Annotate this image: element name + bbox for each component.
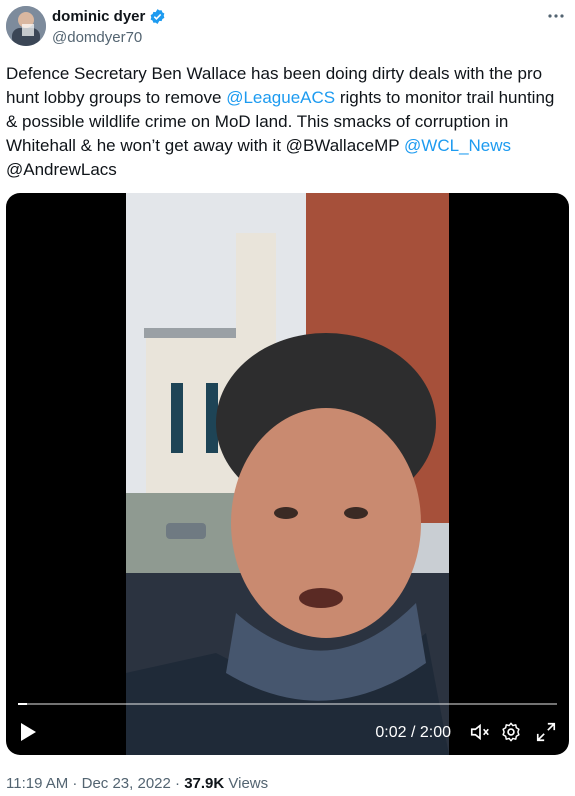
mention-link[interactable]: @LeagueACS — [226, 88, 335, 107]
tweet-header: dominic dyer @domdyer70 — [6, 4, 569, 54]
fullscreen-icon[interactable] — [535, 721, 557, 743]
progress-bar[interactable] — [18, 703, 557, 705]
tweet-date[interactable]: Dec 23, 2022 — [82, 775, 171, 792]
video-controls: 0:02 / 2:00 — [6, 691, 569, 755]
author-display-name[interactable]: dominic dyer — [52, 8, 145, 25]
progress-fill — [18, 703, 28, 705]
time-separator: / — [406, 724, 420, 741]
tweet-text: Defence Secretary Ben Wallace has been d… — [6, 62, 569, 182]
mute-icon[interactable] — [469, 721, 491, 743]
play-icon[interactable] — [18, 721, 38, 743]
views-label: Views — [228, 775, 269, 792]
tweet-time[interactable]: 11:19 AM — [6, 775, 68, 792]
avatar[interactable] — [6, 6, 46, 46]
current-time: 0:02 — [375, 724, 407, 741]
video-player[interactable]: 0:02 / 2:00 — [6, 193, 569, 755]
more-icon[interactable] — [545, 6, 567, 26]
author-handle[interactable]: @domdyer70 — [52, 29, 142, 46]
meta-separator: · — [170, 775, 185, 792]
video-timecode: 0:02 / 2:00 — [375, 724, 451, 742]
meta-separator: · — [68, 775, 82, 792]
verified-badge-icon — [149, 8, 166, 25]
video-frame — [126, 193, 449, 755]
tweet-text-segment: @AndrewLacs — [6, 160, 117, 179]
views-count: 37.9K — [184, 775, 225, 792]
mention-link[interactable]: @WCL_News — [404, 136, 511, 155]
tweet-meta: 11:19 AM · Dec 23, 2022 · 37.9K Views — [6, 775, 268, 792]
settings-icon[interactable] — [500, 721, 522, 743]
duration: 2:00 — [419, 724, 451, 741]
